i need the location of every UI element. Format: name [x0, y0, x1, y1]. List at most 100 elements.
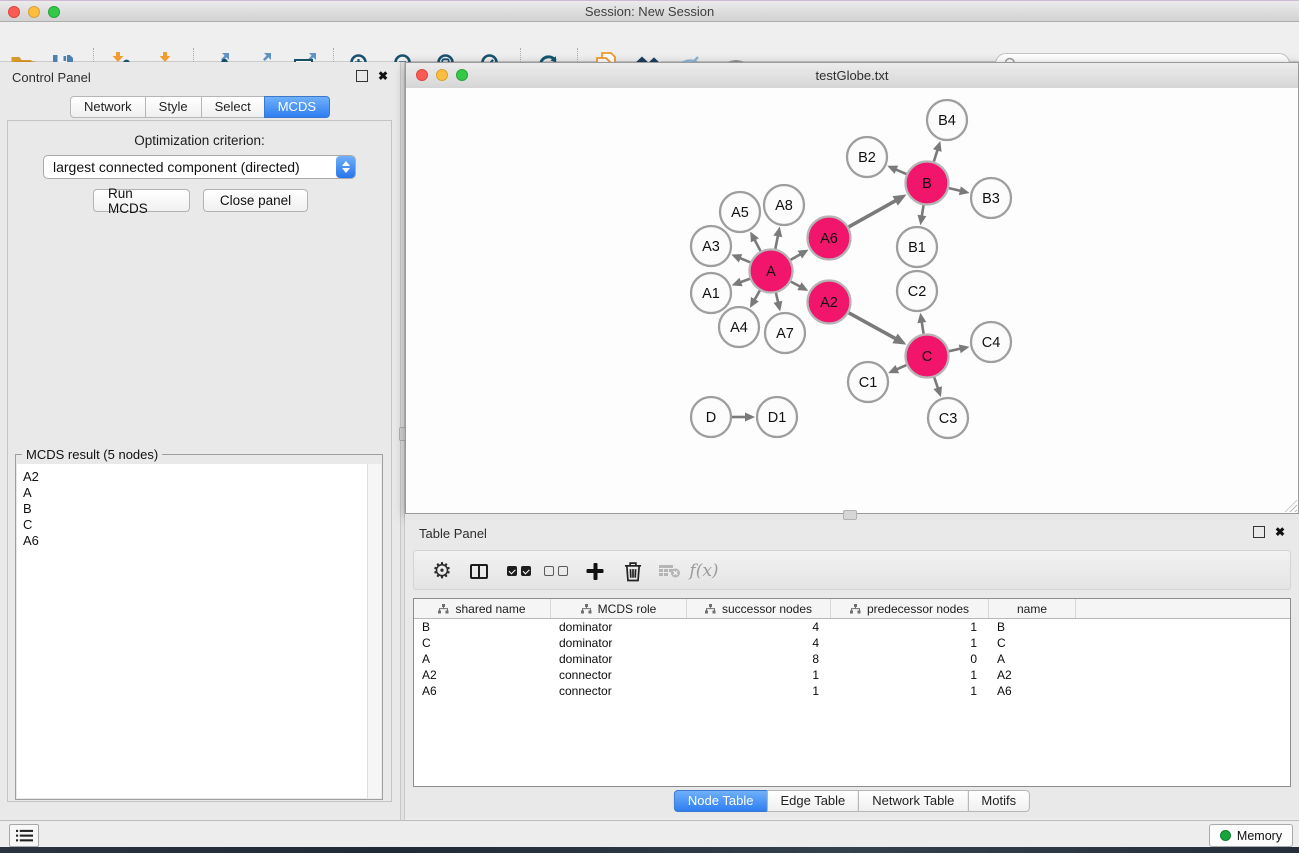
cell-shared-name[interactable]: C [414, 635, 551, 651]
column-header-name[interactable]: name [989, 599, 1076, 618]
column-header-MCDS-role[interactable]: MCDS role [551, 599, 687, 618]
result-list-scrollbar[interactable] [367, 464, 381, 798]
node-label-B1: B1 [908, 240, 926, 256]
float-table-panel-icon[interactable] [1253, 526, 1265, 538]
cell-MCDS-role[interactable]: connector [551, 667, 687, 683]
edge-A6-B[interactable] [849, 200, 897, 227]
splitter-handle[interactable] [843, 510, 857, 520]
cell-predecessor-nodes[interactable]: 1 [831, 683, 989, 699]
cell-predecessor-nodes[interactable]: 1 [831, 619, 989, 635]
status-bar: Memory [0, 820, 1299, 847]
tab-style[interactable]: Style [145, 96, 202, 118]
control-panel-title: Control Panel [12, 70, 91, 85]
table-row[interactable]: A6connector11A6 [414, 683, 1290, 699]
tab-edge-table[interactable]: Edge Table [766, 790, 859, 812]
memory-button[interactable]: Memory [1209, 824, 1293, 847]
cell-shared-name[interactable]: A6 [414, 683, 551, 699]
edge-B-B4[interactable] [934, 149, 938, 162]
mcds-result-list[interactable]: A2ABCA6 [17, 464, 381, 798]
cell-successor-nodes[interactable]: 1 [687, 667, 831, 683]
cell-MCDS-role[interactable]: dominator [551, 635, 687, 651]
tab-network-table[interactable]: Network Table [858, 790, 968, 812]
table-row[interactable]: Bdominator41B [414, 619, 1290, 635]
column-header-predecessor-nodes[interactable]: predecessor nodes [831, 599, 989, 618]
cell-MCDS-role[interactable]: dominator [551, 619, 687, 635]
cell-predecessor-nodes[interactable]: 1 [831, 667, 989, 683]
mcds-result-item[interactable]: C [23, 517, 381, 533]
column-header-shared-name[interactable]: shared name [414, 599, 551, 618]
cell-predecessor-nodes[interactable]: 1 [831, 635, 989, 651]
cell-name[interactable]: A [989, 651, 1076, 667]
node-label-A: A [766, 264, 776, 280]
table-row[interactable]: A2connector11A2 [414, 667, 1290, 683]
resize-grip[interactable] [1285, 500, 1297, 512]
network-canvas[interactable]: B4B2BB3A5A8A6A3B1AA1C2A2A4A7C4CC1C3DD1 [406, 88, 1298, 513]
cell-shared-name[interactable]: A [414, 651, 551, 667]
node-label-A7: A7 [776, 326, 794, 342]
node-label-A3: A3 [702, 239, 720, 255]
table-settings-button[interactable]: ⚙ [432, 557, 452, 585]
table-tabs: Node TableEdge TableNetwork TableMotifs [674, 790, 1030, 812]
edge-A2-C[interactable] [849, 313, 897, 339]
select-all-button[interactable] [507, 557, 531, 585]
mcds-result-item[interactable]: B [23, 501, 381, 517]
cell-name[interactable]: A2 [989, 667, 1076, 683]
mcds-result-title: MCDS result (5 nodes) [22, 447, 162, 462]
edge-A-A5[interactable] [754, 239, 761, 252]
cell-successor-nodes[interactable]: 1 [687, 683, 831, 699]
arrowhead-icon [933, 141, 942, 152]
edge-A-A8[interactable] [775, 234, 778, 248]
run-mcds-button[interactable]: Run MCDS [93, 189, 190, 212]
cell-name[interactable]: C [989, 635, 1076, 651]
cell-shared-name[interactable]: B [414, 619, 551, 635]
close-panel-icon[interactable]: ✖ [378, 71, 388, 81]
mcds-result-item[interactable]: A2 [23, 469, 381, 485]
add-column-button[interactable] [587, 557, 604, 585]
horizontal-splitter[interactable] [405, 513, 1299, 520]
tab-node-table[interactable]: Node Table [674, 790, 768, 812]
criterion-dropdown[interactable]: largest connected component (directed) [43, 155, 356, 179]
show-columns-button[interactable] [470, 557, 488, 585]
arrowhead-icon [774, 301, 783, 312]
cell-MCDS-role[interactable]: connector [551, 683, 687, 699]
arrowhead-icon [917, 313, 926, 324]
node-label-B2: B2 [858, 150, 876, 166]
task-history-button[interactable] [9, 824, 39, 847]
node-table[interactable]: shared name MCDS rolesuccessor nodesprede… [413, 598, 1291, 787]
column-label: name [1017, 602, 1047, 616]
column-label: shared name [455, 602, 525, 616]
network-graph[interactable]: B4B2BB3A5A8A6A3B1AA1C2A2A4A7C4CC1C3DD1 [406, 88, 1298, 512]
network-window-titlebar: testGlobe.txt [406, 63, 1298, 89]
tab-mcds[interactable]: MCDS [264, 96, 330, 118]
mcds-result-item[interactable]: A [23, 485, 381, 501]
cell-successor-nodes[interactable]: 4 [687, 635, 831, 651]
tab-motifs[interactable]: Motifs [967, 790, 1030, 812]
node-label-A1: A1 [702, 286, 720, 302]
deselect-all-button[interactable] [544, 557, 568, 585]
cell-successor-nodes[interactable]: 8 [687, 651, 831, 667]
cell-successor-nodes[interactable]: 4 [687, 619, 831, 635]
arrowhead-icon [933, 386, 942, 397]
cell-predecessor-nodes[interactable]: 0 [831, 651, 989, 667]
table-row[interactable]: Adominator80A [414, 651, 1290, 667]
table-row[interactable]: Cdominator41C [414, 635, 1290, 651]
close-table-panel-icon[interactable]: ✖ [1275, 527, 1285, 537]
float-panel-icon[interactable] [356, 70, 368, 82]
control-panel: Control Panel ✖ NetworkStyleSelectMCDS O… [0, 62, 400, 820]
node-label-C3: C3 [939, 411, 958, 427]
mcds-result-item[interactable]: A6 [23, 533, 381, 549]
cell-shared-name[interactable]: A2 [414, 667, 551, 683]
cell-MCDS-role[interactable]: dominator [551, 651, 687, 667]
tab-select[interactable]: Select [201, 96, 265, 118]
delete-column-button[interactable] [624, 557, 643, 585]
cell-name[interactable]: A6 [989, 683, 1076, 699]
function-builder-button[interactable]: f(x) [689, 557, 718, 585]
tab-network[interactable]: Network [70, 96, 146, 118]
dropdown-stepper-icon [336, 156, 355, 178]
main-toolbar [0, 22, 1299, 62]
delete-table-button[interactable] [659, 557, 681, 585]
table-panel: Table Panel ✖ ⚙ f(x) shared na [405, 520, 1299, 818]
column-header-successor-nodes[interactable]: successor nodes [687, 599, 831, 618]
cell-name[interactable]: B [989, 619, 1076, 635]
close-panel-button[interactable]: Close panel [203, 189, 308, 212]
